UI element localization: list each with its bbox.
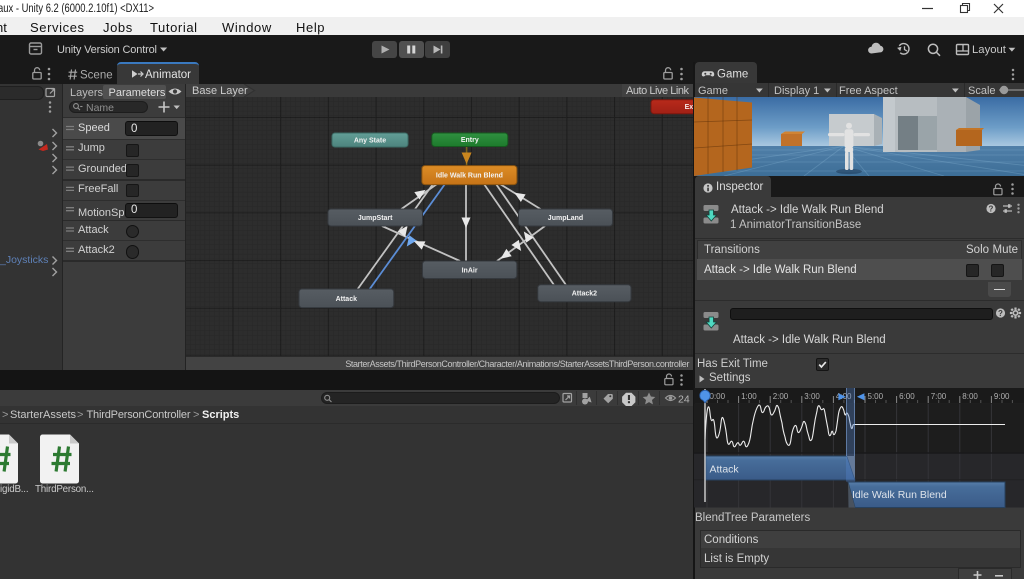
svg-text:InAir: InAir (462, 267, 478, 274)
svg-text:7:00: 7:00 (931, 392, 947, 401)
svg-text:Attack: Attack (336, 296, 358, 303)
svg-text:Game: Game (717, 69, 748, 81)
svg-text:3:00: 3:00 (804, 392, 820, 401)
svg-text:JumpLand: JumpLand (548, 215, 583, 222)
svg-text:9:00: 9:00 (994, 392, 1010, 401)
svg-text:Layout: Layout (972, 44, 1007, 56)
svg-text:_Joysticks: _Joysticks (0, 254, 48, 266)
svg-text:Scene: Scene (80, 70, 113, 82)
svg-text:Attack: Attack (710, 464, 740, 476)
svg-text:1:00: 1:00 (741, 392, 757, 401)
svg-text:6:00: 6:00 (899, 392, 915, 401)
svg-text:Animator: Animator (145, 69, 191, 81)
svg-text:?: ? (989, 205, 994, 214)
svg-text:Any State: Any State (354, 138, 386, 145)
svg-text:Base Layer: Base Layer (192, 85, 248, 97)
svg-text:JumpStart: JumpStart (358, 215, 393, 222)
svg-text:0:00: 0:00 (710, 392, 726, 401)
svg-text:24: 24 (678, 394, 690, 406)
svg-text:Attack2: Attack2 (572, 291, 597, 298)
svg-text:Entry: Entry (461, 137, 479, 144)
svg-text:8:00: 8:00 (962, 392, 978, 401)
svg-text:Idle Walk Run Blend: Idle Walk Run Blend (436, 173, 503, 180)
svg-text:Auto Live Link: Auto Live Link (626, 85, 690, 97)
svg-text:Exit: Exit (685, 104, 693, 111)
svg-text:?: ? (998, 309, 1003, 318)
svg-text:Unity Version Control: Unity Version Control (57, 44, 157, 56)
svg-text:2:00: 2:00 (773, 392, 789, 401)
svg-text:5:00: 5:00 (868, 392, 884, 401)
svg-text:Idle Walk Run Blend: Idle Walk Run Blend (852, 489, 947, 501)
